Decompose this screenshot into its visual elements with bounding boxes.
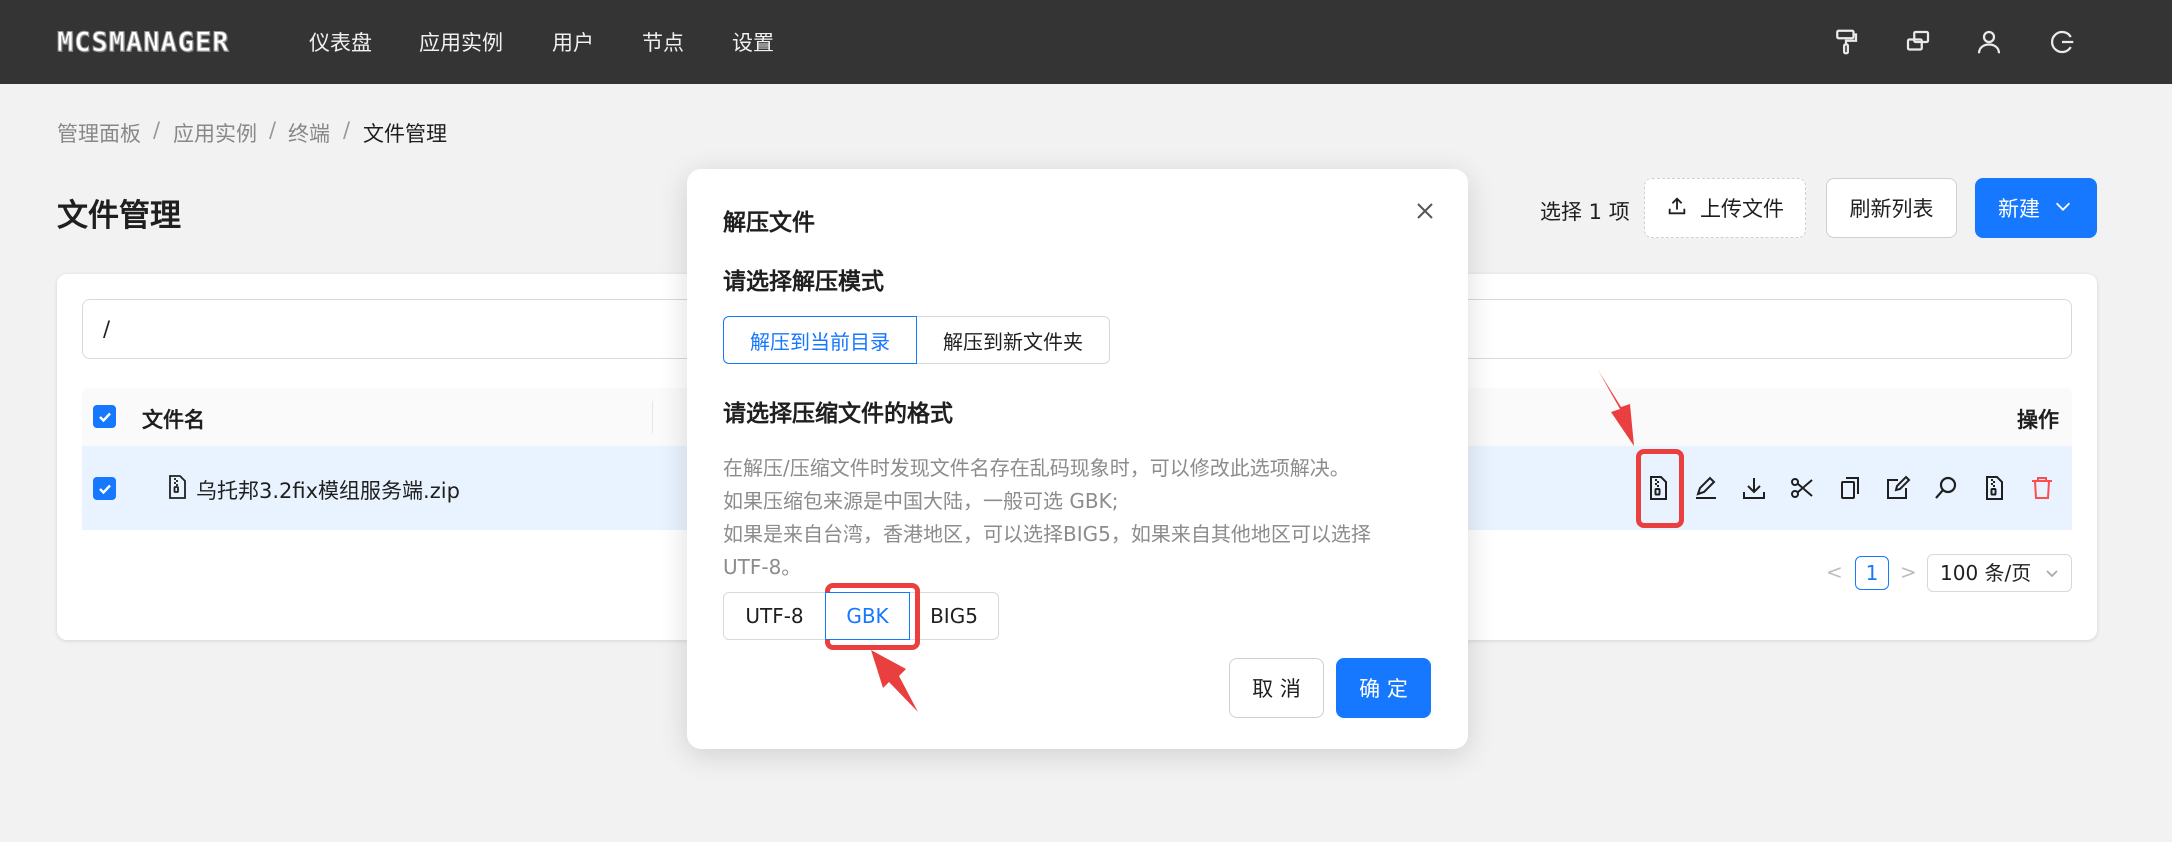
user-icon[interactable] [1974,27,2004,57]
cut-icon[interactable] [1788,474,1816,502]
annotation-highlight-unzip [1636,449,1684,528]
breadcrumb-separator: / [343,118,351,142]
app-logo[interactable]: MCSMANAGER [57,27,230,59]
format-description-line: 在解压/压缩文件时发现文件名存在乱码现象时，可以修改此选项解决。 [723,456,1350,480]
page-title: 文件管理 [57,198,181,234]
select-all-checkbox[interactable] [93,405,116,428]
breadcrumb-separator: / [269,118,277,142]
layout-icon[interactable] [1903,27,1933,57]
close-icon[interactable] [1414,200,1436,222]
page-size-label: 100 条/页 [1940,561,2032,585]
zip-icon[interactable] [1980,474,2008,502]
format-description-line: UTF-8。 [723,555,802,579]
breadcrumb-terminal[interactable]: 终端 [288,118,330,148]
breadcrumb-instances[interactable]: 应用实例 [173,118,257,148]
column-header-name[interactable]: 文件名 [142,404,205,434]
breadcrumb-file-manager: 文件管理 [363,122,447,146]
nav-settings[interactable]: 设置 [732,27,774,57]
nav-users[interactable]: 用户 [552,27,594,57]
refresh-list-button[interactable]: 刷新列表 [1826,178,1957,238]
file-name[interactable]: 乌托邦3.2fix模组服务端.zip [196,475,460,505]
cancel-button[interactable]: 取 消 [1229,658,1324,718]
delete-icon[interactable] [2028,474,2056,502]
confirm-button[interactable]: 确 定 [1336,658,1431,718]
copy-icon[interactable] [1836,474,1864,502]
pagination-prev[interactable]: < [1826,560,1843,584]
pagination-current-page[interactable]: 1 [1855,556,1889,590]
encoding-big5[interactable]: BIG5 [909,592,999,640]
mode-current-dir[interactable]: 解压到当前目录 [723,316,917,364]
new-label: 新建 [1998,197,2040,221]
upload-file-label: 上传文件 [1700,197,1784,221]
chevron-down-icon [2052,195,2074,222]
nav-dashboard[interactable]: 仪表盘 [309,27,372,57]
format-heading: 请选择压缩文件的格式 [723,401,953,427]
page-size-select[interactable]: 100 条/页 [1927,554,2072,592]
format-description-line: 如果是来自台湾，香港地区，可以选择BIG5，如果来自其他地区可以选择 [723,522,1371,546]
new-dropdown-button[interactable]: 新建 [1975,178,2097,238]
breadcrumb-dashboard[interactable]: 管理面板 [57,118,141,148]
breadcrumb-separator: / [153,118,161,142]
column-divider [652,401,653,433]
encoding-gbk[interactable]: GBK [825,592,910,640]
encoding-utf8[interactable]: UTF-8 [723,592,826,640]
mode-new-folder[interactable]: 解压到新文件夹 [916,316,1110,364]
pagination-next[interactable]: > [1900,560,1917,584]
edit-icon[interactable] [1884,474,1912,502]
selected-count: 选择 1 项 [1540,200,1630,224]
nav-instances[interactable]: 应用实例 [419,27,503,57]
rename-icon[interactable] [1692,474,1720,502]
format-description-line: 如果压缩包来源是中国大陆，一般可选 GBK; [723,489,1119,513]
zip-file-icon [165,474,189,500]
column-header-actions: 操作 [2017,408,2059,432]
logout-icon[interactable] [2047,27,2077,57]
chevron-down-icon [2046,570,2058,578]
paint-roller-icon[interactable] [1831,27,1861,57]
upload-file-button[interactable]: 上传文件 [1644,178,1806,238]
dialog-title: 解压文件 [723,210,815,236]
extract-mode-heading: 请选择解压模式 [723,269,884,295]
download-icon[interactable] [1740,474,1768,502]
nav-nodes[interactable]: 节点 [642,27,684,57]
upload-icon [1666,195,1688,222]
row-checkbox[interactable] [93,477,116,500]
search-icon[interactable] [1932,474,1960,502]
